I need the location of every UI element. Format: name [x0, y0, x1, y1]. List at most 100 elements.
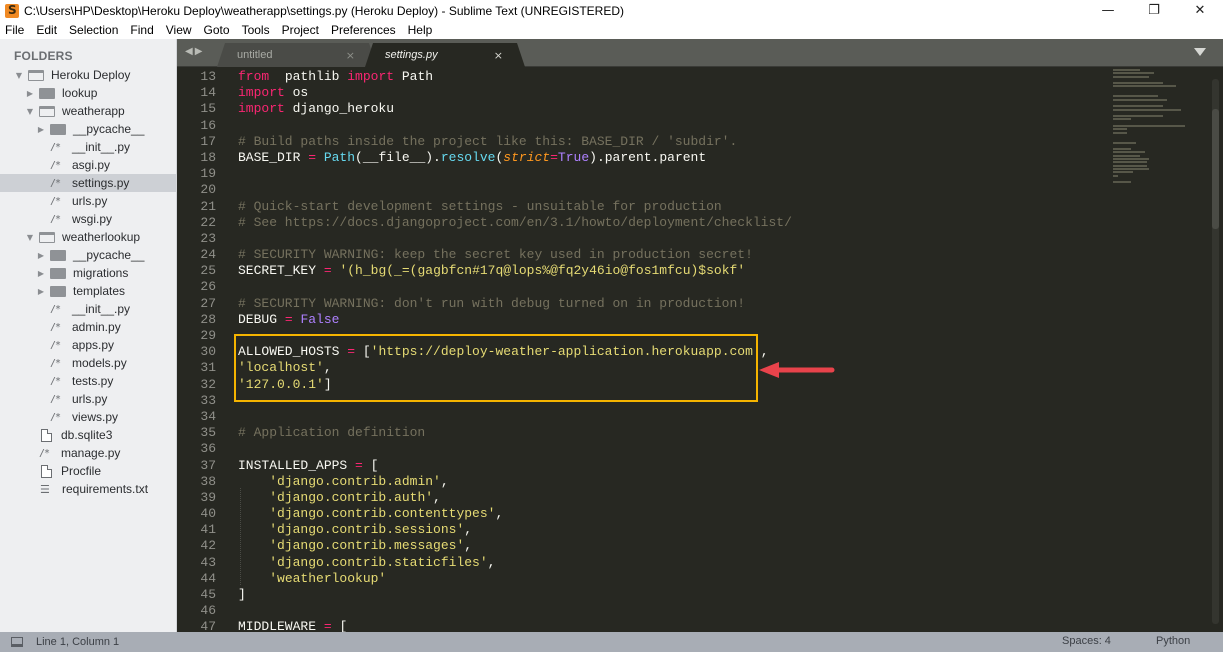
sidebar-item[interactable]: /* tests.py: [0, 372, 176, 390]
code-line[interactable]: 'django.contrib.contenttypes',: [238, 506, 1118, 522]
expand-arrow-right-icon[interactable]: ▶: [25, 89, 35, 98]
sidebar-item[interactable]: /* views.py: [0, 408, 176, 426]
sidebar-item[interactable]: /* __init__.py: [0, 138, 176, 156]
menu-preferences[interactable]: Preferences: [331, 23, 396, 37]
code-line[interactable]: # SECURITY WARNING: keep the secret key …: [238, 247, 1118, 263]
code-line[interactable]: 'django.contrib.staticfiles',: [238, 555, 1118, 571]
sidebar-item[interactable]: /* admin.py: [0, 318, 176, 336]
sidebar-item[interactable]: /* urls.py: [0, 192, 176, 210]
sidebar-item[interactable]: Procfile: [0, 462, 176, 480]
code-line[interactable]: 'django.contrib.auth',: [238, 490, 1118, 506]
scrollbar-thumb[interactable]: [1212, 109, 1219, 229]
code-line[interactable]: [238, 182, 1118, 198]
line-number: 41: [200, 522, 216, 538]
code-line[interactable]: 'django.contrib.admin',: [238, 474, 1118, 490]
code-token: BASE_DIR: [238, 149, 309, 165]
code-line[interactable]: [238, 118, 1118, 134]
restore-button[interactable]: ❐: [1131, 0, 1177, 21]
code-line[interactable]: INSTALLED_APPS = [: [238, 458, 1118, 474]
file-tree: ▼ Heroku Deploy ▶ lookup ▼ weatherapp ▶ __pycac…: [0, 66, 176, 498]
code-token: False: [300, 311, 340, 327]
status-bar: Line 1, Column 1 Spaces: 4 Python: [0, 632, 1223, 652]
code-line[interactable]: [238, 441, 1118, 457]
code-line[interactable]: import django_heroku: [238, 101, 1118, 117]
code-line[interactable]: # Build paths inside the project like th…: [238, 134, 1118, 150]
code-line[interactable]: from pathlib import Path: [238, 69, 1118, 85]
sidebar-item[interactable]: ▶ templates: [0, 282, 176, 300]
code-line[interactable]: 'django.contrib.sessions',: [238, 522, 1118, 538]
sidebar-item[interactable]: /* wsgi.py: [0, 210, 176, 228]
expand-arrow-right-icon[interactable]: ▶: [36, 251, 46, 260]
minimap[interactable]: [1113, 69, 1203, 329]
expand-arrow-right-icon[interactable]: ▶: [36, 125, 46, 134]
sidebar-item[interactable]: ▶ lookup: [0, 84, 176, 102]
sidebar-item[interactable]: ▶ __pycache__: [0, 246, 176, 264]
code-line[interactable]: # See https://docs.djangoproject.com/en/…: [238, 215, 1118, 231]
menu-selection[interactable]: Selection: [69, 23, 118, 37]
code-token: Path: [316, 149, 356, 165]
code-line[interactable]: MIDDLEWARE = [: [238, 619, 1118, 632]
expand-arrow-right-icon[interactable]: ▶: [36, 287, 46, 296]
line-number: 28: [200, 311, 216, 327]
code-line[interactable]: BASE_DIR = Path(__file__).resolve(strict…: [238, 150, 1118, 166]
minimap-line: [1113, 82, 1163, 85]
tab-nav-arrows-icon[interactable]: ◀▶: [185, 46, 204, 57]
code-editor[interactable]: 13 14 15 16 17 18 19 20 21 22 23 24 25 26 27 28 29 30 31 32…: [177, 67, 1223, 632]
sidebar-item-label: manage.py: [61, 446, 121, 460]
sidebar-item[interactable]: ☰ requirements.txt: [0, 480, 176, 498]
sidebar-item[interactable]: /* __init__.py: [0, 300, 176, 318]
sidebar-item[interactable]: /* asgi.py: [0, 156, 176, 174]
minimize-button[interactable]: —: [1085, 0, 1131, 21]
code-line[interactable]: [238, 409, 1118, 425]
code-line[interactable]: import os: [238, 85, 1118, 101]
code-line[interactable]: [238, 279, 1118, 295]
menu-tools[interactable]: Tools: [242, 23, 270, 37]
expand-arrow-down-icon[interactable]: ▼: [14, 71, 24, 80]
close-icon[interactable]: ×: [494, 49, 503, 62]
code-line[interactable]: # SECURITY WARNING: don't run with debug…: [238, 296, 1118, 312]
sidebar-item[interactable]: db.sqlite3: [0, 426, 176, 444]
tab-settings-py[interactable]: settings.py ×: [365, 43, 525, 67]
indentation-setting[interactable]: Spaces: 4: [1062, 635, 1111, 647]
code-line[interactable]: SECRET_KEY = '(h_bg(_=(gagbfcn#17q@lops%…: [238, 263, 1118, 279]
sidebar-item-label: apps.py: [72, 338, 115, 352]
sidebar-item[interactable]: ▼ weatherlookup: [0, 228, 176, 246]
code-line[interactable]: DEBUG = False: [238, 312, 1118, 328]
code-line[interactable]: # Quick-start development settings - uns…: [238, 199, 1118, 215]
menu-edit[interactable]: Edit: [36, 23, 57, 37]
menu-file[interactable]: File: [5, 23, 24, 37]
sidebar-item[interactable]: /* models.py: [0, 354, 176, 372]
menu-find[interactable]: Find: [130, 23, 153, 37]
menu-goto[interactable]: Goto: [204, 23, 230, 37]
code-line[interactable]: [238, 603, 1118, 619]
code-token: # SECURITY WARNING: keep the secret key …: [238, 247, 753, 263]
tab-dropdown-icon[interactable]: [1194, 48, 1206, 56]
highlight-box-allowed-hosts: [234, 334, 758, 402]
syntax-setting[interactable]: Python: [1156, 635, 1190, 647]
expand-arrow-right-icon[interactable]: ▶: [36, 269, 46, 278]
code-line[interactable]: ]: [238, 587, 1118, 603]
sidebar-item[interactable]: ▼ weatherapp: [0, 102, 176, 120]
sidebar-item[interactable]: ▼ Heroku Deploy: [0, 66, 176, 84]
code-line[interactable]: 'weatherlookup': [238, 571, 1118, 587]
menu-view[interactable]: View: [166, 23, 192, 37]
close-icon[interactable]: ×: [346, 49, 355, 62]
sidebar-item[interactable]: /* settings.py: [0, 174, 176, 192]
code-line[interactable]: # Application definition: [238, 425, 1118, 441]
expand-arrow-down-icon[interactable]: ▼: [25, 233, 35, 242]
vertical-scrollbar[interactable]: [1212, 79, 1219, 624]
close-window-button[interactable]: ✕: [1177, 0, 1223, 21]
code-line[interactable]: [238, 166, 1118, 182]
code-line[interactable]: [238, 231, 1118, 247]
sidebar-item[interactable]: /* manage.py: [0, 444, 176, 462]
panel-toggle-icon[interactable]: [11, 637, 23, 647]
menu-help[interactable]: Help: [408, 23, 433, 37]
code-line[interactable]: 'django.contrib.messages',: [238, 538, 1118, 554]
sidebar-item[interactable]: /* apps.py: [0, 336, 176, 354]
sidebar-item[interactable]: /* urls.py: [0, 390, 176, 408]
tab-untitled[interactable]: untitled ×: [217, 43, 377, 67]
menu-project[interactable]: Project: [282, 23, 319, 37]
expand-arrow-down-icon[interactable]: ▼: [25, 107, 35, 116]
sidebar-item[interactable]: ▶ __pycache__: [0, 120, 176, 138]
sidebar-item[interactable]: ▶ migrations: [0, 264, 176, 282]
